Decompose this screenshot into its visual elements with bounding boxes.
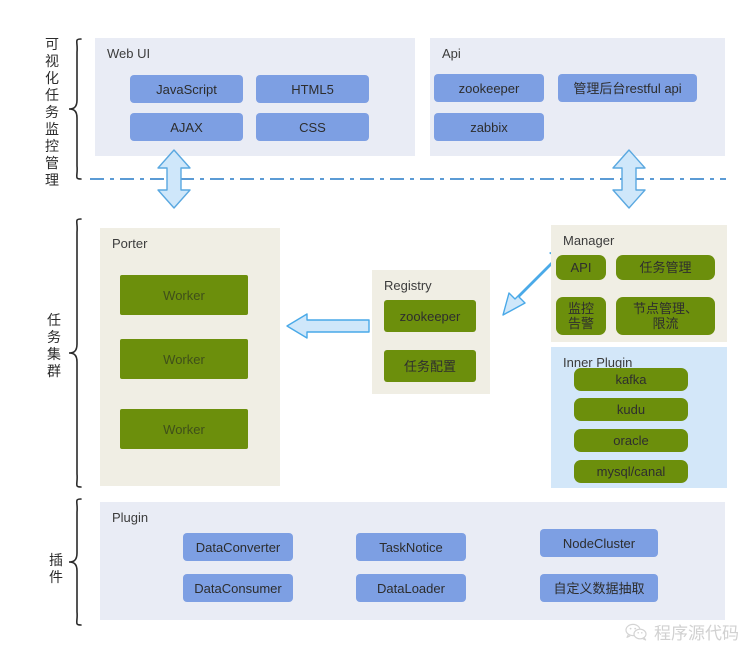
chip-api-zabbix[interactable]: zabbix (434, 113, 544, 141)
panel-title-manager: Manager (563, 233, 615, 248)
panel-title-web-ui: Web UI (107, 46, 151, 61)
architecture-diagram: 可视化任务监控管理 Web UI JavaScript HTML5 AJAX C… (0, 0, 753, 652)
chip-api-zookeeper[interactable]: zookeeper (434, 74, 544, 102)
panel-title-registry: Registry (384, 278, 432, 293)
chip-api-restful[interactable]: 管理后台restful api (558, 74, 697, 102)
panel-title-api: Api (442, 46, 461, 61)
chip-html5[interactable]: HTML5 (256, 75, 369, 103)
chip-manager-task-management[interactable]: 任务管理 (616, 255, 715, 280)
group-label-task-cluster: 任务集群 (47, 312, 61, 379)
chip-worker-3[interactable]: Worker (120, 409, 248, 449)
brace-visual-monitoring (68, 38, 82, 180)
panel-plugin: Plugin (100, 502, 725, 620)
group-label-plugins: 插件 (49, 552, 63, 585)
brace-plugins (68, 498, 82, 626)
chip-ajax[interactable]: AJAX (130, 113, 243, 141)
chip-dataconsumer[interactable]: DataConsumer (183, 574, 293, 602)
arrow-registry-to-porter (285, 312, 371, 340)
panel-title-porter: Porter (112, 236, 148, 251)
chip-inner-mysql-canal[interactable]: mysql/canal (574, 460, 688, 483)
chip-tasknotice[interactable]: TaskNotice (356, 533, 466, 561)
chip-manager-node-limit[interactable]: 节点管理、 限流 (616, 297, 715, 335)
arrow-webui-vertical (153, 148, 195, 210)
chip-nodecluster[interactable]: NodeCluster (540, 529, 658, 557)
watermark-label: 程序源代码 (654, 624, 739, 643)
chip-inner-kudu[interactable]: kudu (574, 398, 688, 421)
chip-worker-2[interactable]: Worker (120, 339, 248, 379)
chip-inner-oracle[interactable]: oracle (574, 429, 688, 452)
chip-custom-data-extract[interactable]: 自定义数据抽取 (540, 574, 658, 602)
chip-dataconverter[interactable]: DataConverter (183, 533, 293, 561)
chip-registry-task-config[interactable]: 任务配置 (384, 350, 476, 382)
brace-task-cluster (68, 218, 82, 488)
chip-manager-monitor-alarm[interactable]: 监控 告警 (556, 297, 606, 335)
chip-inner-kafka[interactable]: kafka (574, 368, 688, 391)
chip-manager-api[interactable]: API (556, 255, 606, 280)
chip-worker-1[interactable]: Worker (120, 275, 248, 315)
chip-registry-zookeeper[interactable]: zookeeper (384, 300, 476, 332)
chip-css[interactable]: CSS (256, 113, 369, 141)
panel-title-plugin: Plugin (112, 510, 149, 525)
group-label-visual-monitoring: 可视化任务监控管理 (45, 36, 59, 188)
wechat-icon (625, 623, 647, 641)
chip-javascript[interactable]: JavaScript (130, 75, 243, 103)
arrow-api-vertical (608, 148, 650, 210)
watermark: 程序源代码 (625, 619, 739, 644)
chip-dataloader[interactable]: DataLoader (356, 574, 466, 602)
